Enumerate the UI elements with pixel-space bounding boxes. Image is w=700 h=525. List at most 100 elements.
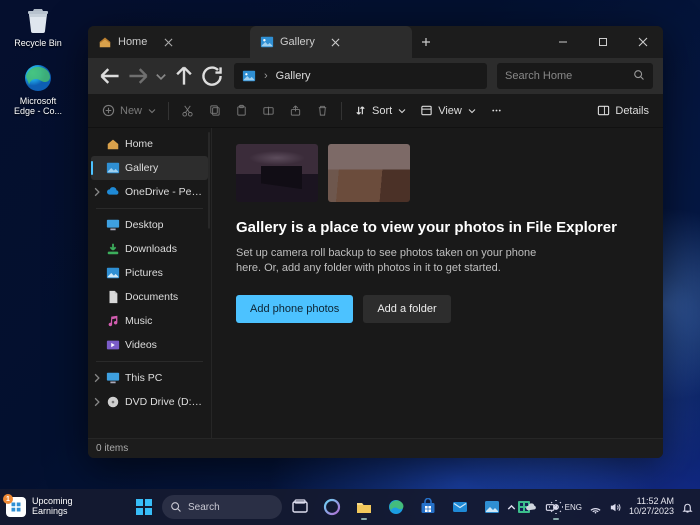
taskbar-search[interactable]: Search	[162, 495, 282, 519]
share-button[interactable]	[283, 99, 308, 123]
copy-button[interactable]	[202, 99, 227, 123]
widgets-text-line2: Earnings	[32, 507, 73, 517]
gallery-heading: Gallery is a place to view your photos i…	[236, 218, 639, 238]
paste-button[interactable]	[229, 99, 254, 123]
desktop-icon-edge[interactable]: Microsoft Edge - Co...	[8, 62, 68, 116]
address-bar[interactable]: › Gallery	[234, 63, 487, 89]
chevron-right-icon[interactable]	[92, 397, 102, 407]
sidebar-item-dvd[interactable]: DVD Drive (D:) CCC	[88, 390, 211, 414]
toolbar: New Sort View Details	[88, 94, 663, 128]
sidebar-item-label: Downloads	[125, 243, 177, 255]
gallery-icon	[106, 161, 120, 175]
sidebar-item-pictures[interactable]: Pictures	[88, 261, 211, 285]
explorer-body: Home Gallery OneDrive - Personal Desktop…	[88, 128, 663, 438]
sidebar-item-label: Gallery	[125, 162, 158, 174]
sidebar-item-label: OneDrive - Personal	[125, 186, 205, 198]
cut-button[interactable]	[175, 99, 200, 123]
nav-refresh-button[interactable]	[200, 64, 224, 88]
sidebar-item-documents[interactable]: Documents	[88, 285, 211, 309]
add-phone-photos-button[interactable]: Add phone photos	[236, 295, 353, 323]
nav-back-button[interactable]	[98, 64, 122, 88]
details-pane-button[interactable]: Details	[591, 99, 655, 123]
sidebar-item-label: Videos	[125, 339, 157, 351]
sidebar-item-label: Pictures	[125, 267, 163, 279]
tray-language-icon[interactable]: ENG	[565, 501, 582, 514]
widgets-badge: 1	[3, 494, 13, 504]
chevron-down-icon	[468, 107, 476, 115]
nav-forward-button[interactable]	[126, 64, 150, 88]
clock-date: 10/27/2023	[629, 507, 674, 517]
desktop-icon-label: Microsoft Edge - Co...	[8, 96, 68, 116]
search-input[interactable]: Search Home	[497, 63, 653, 89]
new-tab-button[interactable]	[412, 26, 440, 58]
gallery-icon	[260, 35, 274, 49]
downloads-icon	[106, 242, 120, 256]
file-explorer-window: Home Gallery › Gallery Search Home	[88, 26, 663, 458]
sort-button-label: Sort	[372, 105, 392, 117]
sample-photo-2	[328, 144, 410, 202]
sidebar-item-gallery[interactable]: Gallery	[91, 156, 208, 180]
rename-button[interactable]	[256, 99, 281, 123]
taskbar-app-store[interactable]	[414, 493, 442, 521]
navigation-sidebar: Home Gallery OneDrive - Personal Desktop…	[88, 128, 212, 438]
tray-meet-now-icon[interactable]	[545, 501, 558, 514]
tab-close-button[interactable]	[161, 35, 175, 49]
more-button[interactable]	[484, 99, 509, 123]
taskbar-app-photos[interactable]	[478, 493, 506, 521]
content-pane: Gallery is a place to view your photos i…	[212, 128, 663, 438]
chevron-down-icon	[148, 107, 156, 115]
window-close-button[interactable]	[623, 26, 663, 58]
tab-home[interactable]: Home	[88, 26, 250, 58]
notifications-button[interactable]	[681, 501, 694, 514]
sidebar-item-label: Desktop	[125, 219, 164, 231]
taskbar-app-explorer[interactable]	[350, 493, 378, 521]
tray-overflow-button[interactable]	[505, 501, 518, 514]
window-minimize-button[interactable]	[543, 26, 583, 58]
desktop-icon-recycle-bin[interactable]: Recycle Bin	[8, 4, 68, 48]
nav-recent-button[interactable]	[154, 64, 168, 88]
sidebar-item-videos[interactable]: Videos	[88, 333, 211, 357]
sample-thumbnails	[236, 144, 639, 202]
delete-button[interactable]	[310, 99, 335, 123]
titlebar: Home Gallery	[88, 26, 663, 58]
sidebar-item-label: Documents	[125, 291, 178, 303]
taskbar-app-copilot[interactable]	[318, 493, 346, 521]
widgets-button[interactable]: 1 Upcoming Earnings	[6, 497, 73, 517]
taskbar-app-mail[interactable]	[446, 493, 474, 521]
taskbar-clock[interactable]: 11:52 AM 10/27/2023	[629, 497, 674, 517]
chevron-right-icon[interactable]	[92, 373, 102, 383]
desktop-icon-label: Recycle Bin	[8, 38, 68, 48]
new-button[interactable]: New	[96, 99, 162, 123]
sidebar-item-label: This PC	[125, 372, 162, 384]
add-a-folder-button[interactable]: Add a folder	[363, 295, 450, 323]
sidebar-item-desktop[interactable]: Desktop	[88, 213, 211, 237]
view-button[interactable]: View	[414, 99, 482, 123]
taskbar-app-edge[interactable]	[382, 493, 410, 521]
chevron-right-icon[interactable]	[92, 187, 102, 197]
tray-volume-icon[interactable]	[609, 501, 622, 514]
sidebar-item-onedrive[interactable]: OneDrive - Personal	[88, 180, 211, 204]
address-bar-row: › Gallery Search Home	[88, 58, 663, 94]
pictures-icon	[106, 266, 120, 280]
task-view-button[interactable]	[286, 493, 314, 521]
sort-button[interactable]: Sort	[348, 99, 412, 123]
sidebar-item-this-pc[interactable]: This PC	[88, 366, 211, 390]
home-icon	[98, 35, 112, 49]
gallery-description: Set up camera roll backup to see photos …	[236, 246, 556, 278]
sidebar-item-downloads[interactable]: Downloads	[88, 237, 211, 261]
sidebar-item-music[interactable]: Music	[88, 309, 211, 333]
tab-label: Gallery	[280, 36, 315, 48]
pc-icon	[106, 371, 120, 385]
tray-onedrive-icon[interactable]	[525, 501, 538, 514]
nav-up-button[interactable]	[172, 64, 196, 88]
start-button[interactable]	[130, 493, 158, 521]
tab-close-button[interactable]	[329, 35, 343, 49]
search-icon	[633, 69, 645, 84]
sidebar-item-home[interactable]: Home	[88, 132, 211, 156]
tab-gallery[interactable]: Gallery	[250, 26, 412, 58]
status-item-count: 0 items	[96, 443, 128, 454]
breadcrumb-item[interactable]: Gallery	[276, 70, 311, 82]
disc-icon	[106, 395, 120, 409]
window-maximize-button[interactable]	[583, 26, 623, 58]
tray-network-icon[interactable]	[589, 501, 602, 514]
